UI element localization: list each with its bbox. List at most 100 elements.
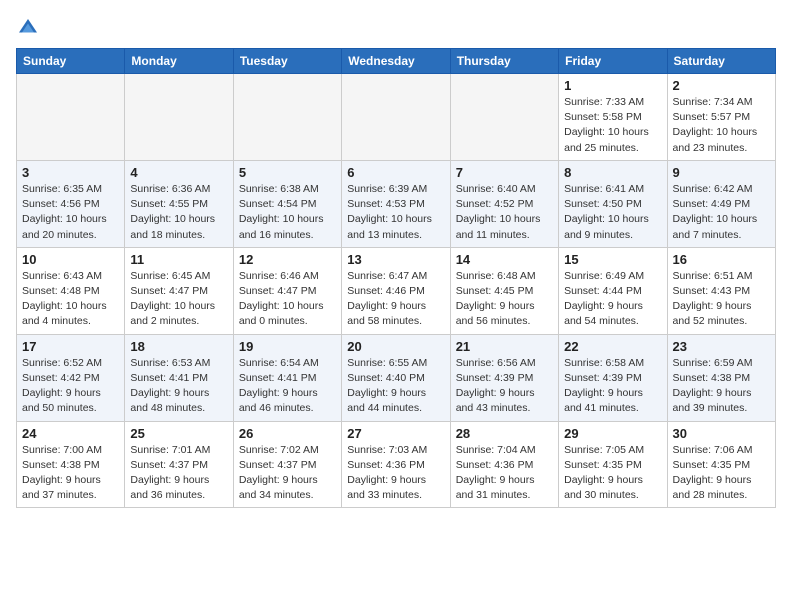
day-number: 27 <box>347 426 444 441</box>
day-info: Sunrise: 6:43 AM Sunset: 4:48 PM Dayligh… <box>22 269 119 330</box>
calendar-week-2: 3 Sunrise: 6:35 AM Sunset: 4:56 PM Daylig… <box>17 160 776 247</box>
day-number: 13 <box>347 252 444 267</box>
day-info: Sunrise: 6:35 AM Sunset: 4:56 PM Dayligh… <box>22 182 119 243</box>
calendar-cell: 7 Sunrise: 6:40 AM Sunset: 4:52 PM Daylig… <box>450 160 558 247</box>
day-info: Sunrise: 6:53 AM Sunset: 4:41 PM Dayligh… <box>130 356 227 417</box>
calendar-cell: 14 Sunrise: 6:48 AM Sunset: 4:45 PM Dayli… <box>450 247 558 334</box>
day-number: 22 <box>564 339 661 354</box>
calendar-cell <box>342 74 450 161</box>
calendar-cell: 16 Sunrise: 6:51 AM Sunset: 4:43 PM Dayli… <box>667 247 775 334</box>
calendar-cell: 8Sunrise: 6:41 AM Sunset: 4:50 PM Daylig… <box>559 160 667 247</box>
day-info: Sunrise: 7:05 AM Sunset: 4:35 PM Dayligh… <box>564 443 661 504</box>
weekday-header-monday: Monday <box>125 49 233 74</box>
calendar-header: SundayMondayTuesdayWednesdayThursdayFrid… <box>17 49 776 74</box>
calendar-cell: 10 Sunrise: 6:43 AM Sunset: 4:48 PM Dayli… <box>17 247 125 334</box>
calendar-cell: 23 Sunrise: 6:59 AM Sunset: 4:38 PM Dayli… <box>667 334 775 421</box>
day-number: 7 <box>456 165 553 180</box>
logo <box>16 16 44 40</box>
day-info: Sunrise: 6:54 AM Sunset: 4:41 PM Dayligh… <box>239 356 336 417</box>
day-number: 9 <box>673 165 770 180</box>
calendar-cell <box>233 74 341 161</box>
calendar-cell: 5 Sunrise: 6:38 AM Sunset: 4:54 PM Daylig… <box>233 160 341 247</box>
day-info: Sunrise: 6:36 AM Sunset: 4:55 PM Dayligh… <box>130 182 227 243</box>
calendar-week-4: 17 Sunrise: 6:52 AM Sunset: 4:42 PM Dayli… <box>17 334 776 421</box>
day-number: 17 <box>22 339 119 354</box>
day-info: Sunrise: 7:03 AM Sunset: 4:36 PM Dayligh… <box>347 443 444 504</box>
day-number: 8 <box>564 165 661 180</box>
calendar-cell: 3 Sunrise: 6:35 AM Sunset: 4:56 PM Daylig… <box>17 160 125 247</box>
calendar-cell: 4 Sunrise: 6:36 AM Sunset: 4:55 PM Daylig… <box>125 160 233 247</box>
day-number: 30 <box>673 426 770 441</box>
calendar-cell: 29 Sunrise: 7:05 AM Sunset: 4:35 PM Dayli… <box>559 421 667 508</box>
day-info: Sunrise: 6:51 AM Sunset: 4:43 PM Dayligh… <box>673 269 770 330</box>
day-number: 14 <box>456 252 553 267</box>
day-info: Sunrise: 7:04 AM Sunset: 4:36 PM Dayligh… <box>456 443 553 504</box>
day-number: 25 <box>130 426 227 441</box>
day-number: 29 <box>564 426 661 441</box>
day-info: Sunrise: 6:42 AM Sunset: 4:49 PM Dayligh… <box>673 182 770 243</box>
day-info: Sunrise: 6:39 AM Sunset: 4:53 PM Dayligh… <box>347 182 444 243</box>
day-info: Sunrise: 7:02 AM Sunset: 4:37 PM Dayligh… <box>239 443 336 504</box>
weekday-header-tuesday: Tuesday <box>233 49 341 74</box>
calendar-cell: 27 Sunrise: 7:03 AM Sunset: 4:36 PM Dayli… <box>342 421 450 508</box>
day-number: 5 <box>239 165 336 180</box>
calendar-cell: 17 Sunrise: 6:52 AM Sunset: 4:42 PM Dayli… <box>17 334 125 421</box>
day-info: Sunrise: 6:46 AM Sunset: 4:47 PM Dayligh… <box>239 269 336 330</box>
calendar-cell: 28Sunrise: 7:04 AM Sunset: 4:36 PM Dayli… <box>450 421 558 508</box>
calendar-cell: 12 Sunrise: 6:46 AM Sunset: 4:47 PM Dayli… <box>233 247 341 334</box>
day-number: 10 <box>22 252 119 267</box>
day-info: Sunrise: 6:47 AM Sunset: 4:46 PM Dayligh… <box>347 269 444 330</box>
day-number: 19 <box>239 339 336 354</box>
day-number: 1 <box>564 78 661 93</box>
page-header <box>16 16 776 40</box>
calendar-cell <box>450 74 558 161</box>
day-number: 15 <box>564 252 661 267</box>
calendar-cell: 25 Sunrise: 7:01 AM Sunset: 4:37 PM Dayli… <box>125 421 233 508</box>
day-number: 16 <box>673 252 770 267</box>
day-number: 2 <box>673 78 770 93</box>
weekday-header-sunday: Sunday <box>17 49 125 74</box>
day-number: 24 <box>22 426 119 441</box>
calendar-table: SundayMondayTuesdayWednesdayThursdayFrid… <box>16 48 776 508</box>
calendar-cell: 9 Sunrise: 6:42 AM Sunset: 4:49 PM Daylig… <box>667 160 775 247</box>
logo-icon <box>16 16 40 40</box>
day-info: Sunrise: 6:38 AM Sunset: 4:54 PM Dayligh… <box>239 182 336 243</box>
calendar-cell: 1Sunrise: 7:33 AM Sunset: 5:58 PM Daylig… <box>559 74 667 161</box>
calendar-cell: 22Sunrise: 6:58 AM Sunset: 4:39 PM Dayli… <box>559 334 667 421</box>
calendar-cell: 6Sunrise: 6:39 AM Sunset: 4:53 PM Daylig… <box>342 160 450 247</box>
day-number: 21 <box>456 339 553 354</box>
calendar-week-1: 1Sunrise: 7:33 AM Sunset: 5:58 PM Daylig… <box>17 74 776 161</box>
calendar-cell: 11Sunrise: 6:45 AM Sunset: 4:47 PM Dayli… <box>125 247 233 334</box>
day-info: Sunrise: 7:34 AM Sunset: 5:57 PM Dayligh… <box>673 95 770 156</box>
day-number: 3 <box>22 165 119 180</box>
day-number: 23 <box>673 339 770 354</box>
calendar-cell: 19 Sunrise: 6:54 AM Sunset: 4:41 PM Dayli… <box>233 334 341 421</box>
calendar-week-3: 10 Sunrise: 6:43 AM Sunset: 4:48 PM Dayli… <box>17 247 776 334</box>
day-info: Sunrise: 7:00 AM Sunset: 4:38 PM Dayligh… <box>22 443 119 504</box>
calendar-cell: 26Sunrise: 7:02 AM Sunset: 4:37 PM Dayli… <box>233 421 341 508</box>
day-info: Sunrise: 6:40 AM Sunset: 4:52 PM Dayligh… <box>456 182 553 243</box>
day-number: 12 <box>239 252 336 267</box>
calendar-cell: 2 Sunrise: 7:34 AM Sunset: 5:57 PM Daylig… <box>667 74 775 161</box>
day-info: Sunrise: 6:52 AM Sunset: 4:42 PM Dayligh… <box>22 356 119 417</box>
calendar-cell <box>125 74 233 161</box>
calendar-cell: 18 Sunrise: 6:53 AM Sunset: 4:41 PM Dayli… <box>125 334 233 421</box>
weekday-header-friday: Friday <box>559 49 667 74</box>
day-info: Sunrise: 6:56 AM Sunset: 4:39 PM Dayligh… <box>456 356 553 417</box>
calendar-cell: 21 Sunrise: 6:56 AM Sunset: 4:39 PM Dayli… <box>450 334 558 421</box>
day-info: Sunrise: 7:01 AM Sunset: 4:37 PM Dayligh… <box>130 443 227 504</box>
calendar-cell: 30 Sunrise: 7:06 AM Sunset: 4:35 PM Dayli… <box>667 421 775 508</box>
day-number: 18 <box>130 339 227 354</box>
day-info: Sunrise: 6:55 AM Sunset: 4:40 PM Dayligh… <box>347 356 444 417</box>
weekday-header-saturday: Saturday <box>667 49 775 74</box>
day-info: Sunrise: 6:59 AM Sunset: 4:38 PM Dayligh… <box>673 356 770 417</box>
calendar-cell: 24 Sunrise: 7:00 AM Sunset: 4:38 PM Dayli… <box>17 421 125 508</box>
day-info: Sunrise: 6:48 AM Sunset: 4:45 PM Dayligh… <box>456 269 553 330</box>
day-number: 4 <box>130 165 227 180</box>
weekday-header-thursday: Thursday <box>450 49 558 74</box>
calendar-week-5: 24 Sunrise: 7:00 AM Sunset: 4:38 PM Dayli… <box>17 421 776 508</box>
day-info: Sunrise: 6:45 AM Sunset: 4:47 PM Dayligh… <box>130 269 227 330</box>
day-info: Sunrise: 6:49 AM Sunset: 4:44 PM Dayligh… <box>564 269 661 330</box>
day-info: Sunrise: 7:06 AM Sunset: 4:35 PM Dayligh… <box>673 443 770 504</box>
calendar-cell: 15 Sunrise: 6:49 AM Sunset: 4:44 PM Dayli… <box>559 247 667 334</box>
